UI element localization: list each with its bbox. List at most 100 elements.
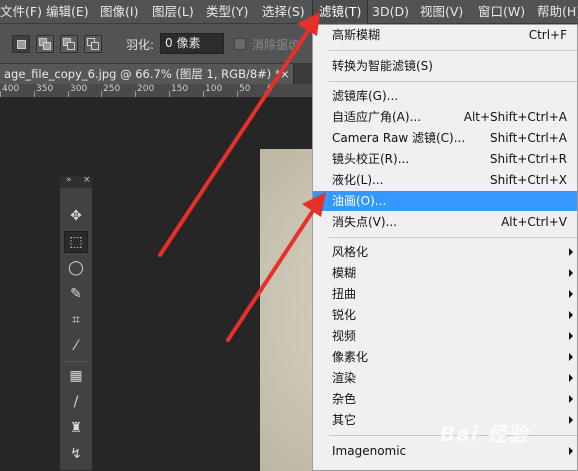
- menu-item-label: 模糊: [332, 266, 357, 280]
- tool-separator: [64, 361, 88, 362]
- ruler-tick: 150: [171, 84, 189, 94]
- feather-input[interactable]: 0 像素: [160, 33, 224, 54]
- menu-item-render[interactable]: 渲染: [313, 368, 577, 388]
- close-icon[interactable]: ×: [280, 64, 290, 84]
- tools-panel: » × ✥ ⬚ ◯ ✎ ⌗ ⁄ ▦ / ♜ ↯: [59, 175, 93, 471]
- collapse-icon[interactable]: »: [66, 175, 72, 185]
- lasso-tool-icon[interactable]: ◯: [64, 257, 88, 279]
- menu-item-pixelate[interactable]: 像素化: [313, 347, 577, 367]
- submenu-arrow-icon: [569, 248, 573, 256]
- feather-label: 羽化:: [126, 38, 155, 52]
- menu-item-label: 视频: [332, 329, 357, 343]
- menu-item-label: 像素化: [332, 350, 369, 364]
- menu-item-vanishing-point[interactable]: 消失点(V)... Alt+Ctrl+V: [313, 212, 577, 232]
- menu-item-shortcut: Shift+Ctrl+X: [490, 173, 567, 187]
- filter-menu: 高斯模糊 Ctrl+F 转换为智能滤镜(S) 滤镜库(G)... 自适应广角(A…: [312, 24, 578, 471]
- healing-brush-tool-icon[interactable]: ▦: [64, 365, 88, 387]
- submenu-arrow-icon: [569, 353, 573, 361]
- menu-item-shortcut: Shift+Ctrl+R: [489, 152, 567, 166]
- antialias-label: 消除锯齿: [252, 38, 301, 52]
- menu-item-label: 自适应广角(A)...: [332, 110, 422, 124]
- move-tool-icon[interactable]: ✥: [64, 205, 88, 227]
- menu-layer[interactable]: 图层(L): [152, 0, 194, 24]
- menu-item-convert-smart-filter[interactable]: 转换为智能滤镜(S): [313, 56, 577, 76]
- menu-window[interactable]: 窗口(W): [478, 0, 525, 24]
- ruler-tick: 250: [103, 84, 121, 94]
- menu-item-camera-raw[interactable]: Camera Raw 滤镜(C)... Shift+Ctrl+A: [313, 128, 577, 148]
- eyedropper-tool-icon[interactable]: ⁄: [64, 335, 88, 357]
- menu-item-label: Camera Raw 滤镜(C)...: [332, 131, 466, 145]
- menu-item-shortcut: Shift+Ctrl+A: [490, 131, 567, 145]
- antialias-checkbox[interactable]: [234, 38, 246, 50]
- submenu-arrow-icon: [569, 447, 573, 455]
- tools-panel-header[interactable]: » ×: [60, 175, 92, 188]
- menu-item-label: 高斯模糊: [332, 28, 381, 42]
- menu-item-video[interactable]: 视频: [313, 326, 577, 346]
- close-panel-icon[interactable]: ×: [83, 175, 91, 185]
- submenu-arrow-icon: [569, 416, 573, 424]
- submenu-arrow-icon: [569, 290, 573, 298]
- menu-bar: 文件(F) 编辑(E) 图像(I) 图层(L) 类型(Y) 选择(S) 滤镜(T…: [0, 0, 578, 24]
- submenu-arrow-icon: [569, 269, 573, 277]
- menu-select[interactable]: 选择(S): [262, 0, 305, 24]
- quick-select-tool-icon[interactable]: ✎: [64, 283, 88, 305]
- menu-3d[interactable]: 3D(D): [372, 0, 409, 24]
- menu-item-label: 消失点(V)...: [332, 215, 398, 229]
- submenu-arrow-icon: [569, 395, 573, 403]
- menu-item-label: 渲染: [332, 371, 357, 385]
- add-to-selection-icon[interactable]: [36, 35, 54, 53]
- clone-stamp-tool-icon[interactable]: ♜: [64, 417, 88, 439]
- history-brush-tool-icon[interactable]: ↯: [64, 443, 88, 465]
- submenu-arrow-icon: [569, 311, 573, 319]
- menu-item-sharpen[interactable]: 锐化: [313, 305, 577, 325]
- menu-item-stylize[interactable]: 风格化: [313, 242, 577, 262]
- ruler-tick: 100: [205, 84, 223, 94]
- menu-filter[interactable]: 滤镜(T): [312, 0, 369, 24]
- menu-item-shortcut: Alt+Ctrl+V: [501, 215, 567, 229]
- menu-item-label: Imagenomic: [332, 444, 407, 458]
- intersect-selection-icon[interactable]: [84, 35, 102, 53]
- menu-item-lens-correction[interactable]: 镜头校正(R)... Shift+Ctrl+R: [313, 149, 577, 169]
- menu-image[interactable]: 图像(I): [100, 0, 138, 24]
- menu-edit[interactable]: 编辑(E): [46, 0, 89, 24]
- menu-separator: [329, 81, 577, 82]
- menu-item-label: 风格化: [332, 245, 369, 259]
- menu-item-blur[interactable]: 模糊: [313, 263, 577, 283]
- menu-item-label: 滤镜库(G)...: [332, 89, 399, 103]
- menu-help[interactable]: 帮助(H): [537, 0, 578, 24]
- ruler-tick: 200: [137, 84, 155, 94]
- watermark-logo: Bai 经验: [440, 422, 529, 446]
- ruler-tick: 400: [2, 84, 20, 94]
- menu-item-oil-paint[interactable]: 油画(O)...: [313, 191, 577, 211]
- marquee-tool-icon[interactable]: ⬚: [64, 231, 88, 253]
- subtract-from-selection-icon[interactable]: [60, 35, 78, 53]
- document-tab-title: age_file_copy_6.jpg @ 66.7% (图层 1, RGB/8…: [4, 67, 281, 81]
- menu-item-label: 杂色: [332, 392, 357, 406]
- menu-item-filter-gallery[interactable]: 滤镜库(G)...: [313, 86, 577, 106]
- menu-item-label: 锐化: [332, 308, 357, 322]
- menu-item-label: 转换为智能滤镜(S): [332, 59, 433, 73]
- menu-item-label: 液化(L)...: [332, 173, 384, 187]
- document-tab[interactable]: age_file_copy_6.jpg @ 66.7% (图层 1, RGB/8…: [0, 64, 294, 84]
- menu-item-adaptive-wide-angle[interactable]: 自适应广角(A)... Alt+Shift+Ctrl+A: [313, 107, 577, 127]
- crop-tool-icon[interactable]: ⌗: [64, 309, 88, 331]
- menu-item-distort[interactable]: 扭曲: [313, 284, 577, 304]
- menu-item-gaussian-blur[interactable]: 高斯模糊 Ctrl+F: [313, 25, 577, 45]
- menu-view[interactable]: 视图(V): [420, 0, 463, 24]
- menu-item-label: 其它: [332, 413, 357, 427]
- new-selection-icon[interactable]: [12, 35, 30, 53]
- brush-tool-icon[interactable]: /: [64, 391, 88, 413]
- menu-item-label: 油画(O)...: [332, 194, 387, 208]
- menu-item-shortcut: Ctrl+F: [528, 28, 567, 42]
- submenu-arrow-icon: [569, 332, 573, 340]
- ruler-tick: 300: [70, 84, 88, 94]
- menu-item-label: 镜头校正(R)...: [332, 152, 410, 166]
- ruler-tick: 0: [267, 84, 273, 94]
- menu-separator: [329, 237, 577, 238]
- menu-item-noise[interactable]: 杂色: [313, 389, 577, 409]
- menu-item-liquify[interactable]: 液化(L)... Shift+Ctrl+X: [313, 170, 577, 190]
- menu-type[interactable]: 类型(Y): [206, 0, 248, 24]
- menu-file[interactable]: 文件(F): [0, 0, 42, 24]
- menu-item-shortcut: Alt+Shift+Ctrl+A: [463, 110, 567, 124]
- ruler-tick: 350: [36, 84, 54, 94]
